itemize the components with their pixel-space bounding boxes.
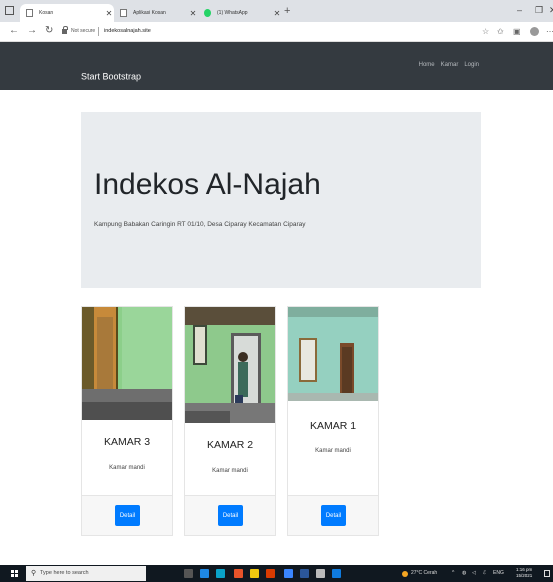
- tab-title: (1) WhatsApp: [217, 10, 248, 16]
- detail-button[interactable]: Detail: [218, 505, 243, 526]
- card-text: Kamar mandi: [315, 448, 351, 454]
- task-view-icon[interactable]: [184, 569, 193, 578]
- close-window-icon[interactable]: ✕: [549, 5, 553, 16]
- nav-link-login[interactable]: Login: [464, 62, 479, 68]
- nav-link-home[interactable]: Home: [419, 62, 435, 68]
- weather-text[interactable]: 27°C Cerah: [411, 570, 437, 576]
- address-text: Kampung Babakan Caringin RT 01/10, Desa …: [94, 221, 306, 228]
- card-text: Kamar mandi: [212, 468, 248, 474]
- address-bar: ← → ↻ Not secure indekosalnajah.site ☆ ✩…: [0, 22, 553, 42]
- taskbar-clock[interactable]: 1:16 pm 15/2021: [516, 567, 532, 579]
- tab-title: Aplikasi Kosan: [133, 10, 166, 16]
- taskbar-search-input[interactable]: ⚲ Type here to search: [26, 566, 146, 581]
- app-icon[interactable]: [316, 569, 325, 578]
- tab-title: Kosan: [39, 10, 54, 16]
- room-card-kamar-3: KAMAR 3 Kamar mandi Detail: [81, 306, 173, 536]
- tab-actions-icon[interactable]: [5, 6, 14, 15]
- tab-kosan[interactable]: Kosan ✕: [20, 4, 114, 22]
- divider: [98, 27, 99, 36]
- card-footer: Detail: [185, 495, 275, 535]
- card-footer: Detail: [82, 495, 172, 535]
- detail-button[interactable]: Detail: [115, 505, 140, 526]
- room-card-kamar-2: KAMAR 2 Kamar mandi Detail: [184, 306, 276, 536]
- new-tab-button[interactable]: +: [284, 5, 290, 17]
- reload-icon[interactable]: ↻: [45, 25, 53, 36]
- tab-whatsapp[interactable]: (1) WhatsApp ✕: [198, 4, 282, 22]
- store-icon[interactable]: [216, 569, 225, 578]
- site-navbar: Start Bootstrap Home Kamar Login: [0, 42, 553, 90]
- edge-icon[interactable]: [200, 569, 209, 578]
- card-title: KAMAR 3: [103, 436, 151, 448]
- jumbotron: Indekos Al-Najah Kampung Babakan Caringi…: [81, 112, 481, 288]
- minimize-icon[interactable]: –: [517, 5, 522, 15]
- network-icon[interactable]: ◍: [462, 570, 466, 576]
- powerpoint-icon[interactable]: [266, 569, 275, 578]
- card-title: KAMAR 2: [206, 439, 254, 451]
- chrome-icon[interactable]: [284, 569, 293, 578]
- language-indicator[interactable]: ENG: [493, 570, 504, 576]
- favorites-icon[interactable]: ✩: [497, 27, 504, 36]
- whatsapp-icon: [204, 9, 211, 17]
- word-icon[interactable]: [300, 569, 309, 578]
- room-card-kamar-1: KAMAR 1 Kamar mandi Detail: [287, 306, 379, 536]
- url-field[interactable]: indekosalnajah.site: [104, 28, 151, 34]
- more-icon[interactable]: ⋯: [546, 27, 553, 36]
- card-title: KAMAR 1: [309, 420, 357, 432]
- volume-icon[interactable]: ◁: [472, 570, 476, 576]
- card-footer: Detail: [288, 495, 378, 535]
- maximize-icon[interactable]: ❐: [535, 5, 543, 16]
- detail-button[interactable]: Detail: [321, 505, 346, 526]
- profile-icon[interactable]: [530, 27, 539, 36]
- windows-start-icon[interactable]: [11, 570, 18, 577]
- notification-icon[interactable]: [544, 570, 550, 577]
- collections-icon[interactable]: ▣: [513, 27, 521, 36]
- room-photo: [185, 307, 275, 423]
- ime-icon[interactable]: ℰ: [483, 570, 486, 576]
- security-label[interactable]: Not secure: [71, 28, 95, 34]
- page-icon: [120, 9, 127, 17]
- room-photo: [288, 307, 378, 401]
- vscode-icon[interactable]: [332, 569, 341, 578]
- tray-chevron-icon[interactable]: ^: [452, 570, 454, 576]
- nav-links: Home Kamar Login: [419, 62, 479, 68]
- not-secure-icon[interactable]: [62, 26, 68, 34]
- office-icon[interactable]: [234, 569, 243, 578]
- page-icon: [26, 9, 33, 17]
- card-text: Kamar mandi: [109, 465, 145, 471]
- brand-link[interactable]: Start Bootstrap: [81, 72, 141, 82]
- room-photo: [82, 307, 172, 420]
- weather-icon[interactable]: [402, 571, 408, 577]
- close-icon[interactable]: ✕: [272, 9, 282, 18]
- search-placeholder: Type here to search: [40, 570, 89, 576]
- forward-icon[interactable]: →: [27, 25, 37, 36]
- star-icon[interactable]: ☆: [482, 27, 489, 36]
- back-icon[interactable]: ←: [9, 25, 19, 36]
- windows-taskbar: ⚲ Type here to search 27°C Cerah ^ ◍ ◁ ℰ…: [0, 565, 553, 582]
- close-icon[interactable]: ✕: [104, 9, 114, 18]
- clock-date: 15/2021: [516, 573, 533, 578]
- file-explorer-icon[interactable]: [250, 569, 259, 578]
- page-title: Indekos Al-Najah: [94, 168, 321, 201]
- nav-link-kamar[interactable]: Kamar: [441, 62, 459, 68]
- close-icon[interactable]: ✕: [188, 9, 198, 18]
- tab-aplikasi-kosan[interactable]: Aplikasi Kosan ✕: [114, 4, 198, 22]
- browser-tab-strip: Kosan ✕ Aplikasi Kosan ✕ (1) WhatsApp ✕ …: [0, 0, 553, 22]
- screen: Kosan ✕ Aplikasi Kosan ✕ (1) WhatsApp ✕ …: [0, 0, 553, 582]
- search-icon: ⚲: [31, 570, 37, 577]
